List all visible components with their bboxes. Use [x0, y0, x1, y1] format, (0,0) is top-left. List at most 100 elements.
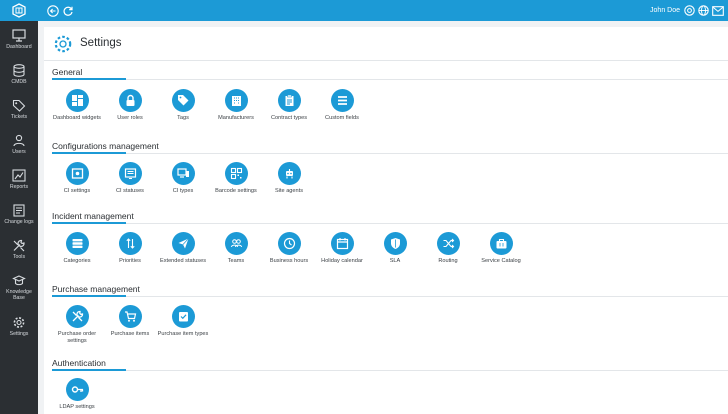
section-divider [52, 79, 728, 80]
section-divider [52, 370, 728, 371]
app-logo-icon[interactable] [0, 0, 38, 21]
tile-label: Custom fields [325, 115, 359, 121]
settings-tile-holiday-calendar[interactable]: Holiday calendar [314, 232, 370, 265]
settings-tile-site-agents[interactable]: Site agents [261, 162, 317, 195]
tile-label: Extended statuses [159, 258, 207, 264]
page-title: Settings [80, 37, 122, 49]
sidebar-item-label: Change logs [4, 219, 34, 225]
settings-tile-ci-statuses[interactable]: CI statuses [102, 162, 158, 195]
settings-tile-business-hours[interactable]: Business hours [261, 232, 317, 265]
gear-icon [53, 34, 73, 54]
tags-icon [171, 89, 195, 112]
change-log-icon [13, 204, 25, 217]
section-divider [52, 223, 728, 224]
sidebar-item-label: Tickets [10, 114, 28, 120]
section-title-configurations-management: Configurations management [52, 141, 159, 151]
settings-tile-extended-statuses[interactable]: Extended statuses [155, 232, 211, 265]
mail-icon[interactable] [711, 4, 724, 17]
tile-label: Purchase order settings [57, 331, 97, 344]
monitor-icon [12, 29, 26, 42]
section-title-authentication: Authentication [52, 358, 106, 368]
section-accent [52, 152, 126, 154]
sidebar-item-label: CMDB [11, 79, 27, 85]
settings-tile-custom-fields[interactable]: Custom fields [314, 89, 370, 122]
settings-tile-sla[interactable]: SLA [367, 232, 423, 265]
section-accent [52, 369, 126, 371]
sidebar-item-reports[interactable]: Reports [0, 166, 38, 198]
settings-tile-purchase-order-settings[interactable]: Purchase order settings [49, 305, 105, 345]
section-accent [52, 78, 126, 80]
list-icon [330, 89, 354, 112]
tile-label: Routing [438, 258, 458, 264]
back-arrow-icon[interactable] [45, 3, 60, 18]
briefcase-icon [489, 232, 513, 255]
tile-label: CI settings [63, 188, 91, 194]
database-icon [13, 64, 25, 77]
ci-statuses-icon [118, 162, 142, 185]
ci-settings-icon [65, 162, 89, 185]
settings-tile-routing[interactable]: Routing [420, 232, 476, 265]
sidebar-item-cmdb[interactable]: CMDB [0, 61, 38, 93]
settings-tile-user-roles[interactable]: User roles [102, 89, 158, 122]
sidebar-item-dashboard[interactable]: Dashboard [0, 26, 38, 58]
shuffle-icon [436, 232, 460, 255]
sidebar-item-label: Knowledge Base [6, 289, 32, 301]
settings-tile-ldap-settings[interactable]: LDAP settings [49, 378, 105, 411]
tile-label: Service Catalog [481, 258, 521, 264]
globe-icon[interactable] [697, 4, 710, 17]
section-accent [52, 295, 126, 297]
tile-label: Teams [227, 258, 245, 264]
tile-label: CI statuses [116, 188, 144, 194]
section-title-incident-management: Incident management [52, 211, 134, 221]
tile-label: CI types [172, 188, 194, 194]
settings-tile-barcode-settings[interactable]: Barcode settings [208, 162, 264, 195]
gear-icon [13, 317, 25, 328]
sidebar-item-change-logs[interactable]: Change logs [0, 201, 38, 233]
sidebar-item-knowledge-base[interactable]: Knowledge Base [0, 271, 38, 307]
devices-icon [171, 162, 195, 185]
settings-tile-purchase-item-types[interactable]: Purchase item types [155, 305, 211, 338]
chart-icon [12, 169, 26, 182]
settings-tile-manufacturers[interactable]: Manufacturers [208, 89, 264, 122]
tile-label: Purchase items [110, 331, 150, 337]
sidebar-item-tools[interactable]: Tools [0, 236, 38, 268]
user-name[interactable]: John Doe [650, 0, 680, 21]
settings-tile-ci-types[interactable]: CI types [155, 162, 211, 195]
team-icon [224, 232, 248, 255]
sidebar-item-tickets[interactable]: Tickets [0, 96, 38, 128]
settings-tile-ci-settings[interactable]: CI settings [49, 162, 105, 195]
section-title-general: General [52, 67, 83, 77]
sidebar-item-label: Dashboard [6, 44, 32, 50]
sidebar-item-label: Tools [12, 254, 26, 260]
tile-label: LDAP settings [59, 404, 95, 410]
settings-tile-dashboard-widgets[interactable]: Dashboard widgets [49, 89, 105, 122]
categories-icon [65, 232, 89, 255]
help-icon[interactable] [683, 4, 696, 17]
settings-tile-tags[interactable]: Tags [155, 89, 211, 122]
settings-tile-teams[interactable]: Teams [208, 232, 264, 265]
sidebar-item-users[interactable]: Users [0, 131, 38, 163]
tile-label: Site agents [275, 188, 303, 194]
lock-icon [118, 89, 142, 112]
settings-tile-service-catalog[interactable]: Service Catalog [473, 232, 529, 265]
settings-tile-purchase-items[interactable]: Purchase items [102, 305, 158, 338]
cart-icon [118, 305, 142, 328]
page-header: Settings [44, 27, 728, 61]
refresh-icon[interactable] [60, 3, 75, 18]
robot-icon [277, 162, 301, 185]
calendar-icon [330, 232, 354, 255]
clipboard-icon [277, 89, 301, 112]
section-title-purchase-management: Purchase management [52, 284, 140, 294]
sidebar-item-settings[interactable]: Settings [0, 313, 38, 345]
settings-tile-contract-types[interactable]: Contract types [261, 89, 317, 122]
tile-label: Tags [177, 115, 189, 121]
tile-label: Categories [63, 258, 91, 264]
settings-tile-priorities[interactable]: Priorities [102, 232, 158, 265]
tools-icon [13, 239, 25, 252]
tile-label: Purchase item types [157, 331, 209, 337]
tag-icon [12, 99, 26, 112]
section-divider [52, 153, 728, 154]
tile-label: Business hours [269, 258, 309, 264]
settings-tile-categories[interactable]: Categories [49, 232, 105, 265]
widgets-icon [65, 89, 89, 112]
